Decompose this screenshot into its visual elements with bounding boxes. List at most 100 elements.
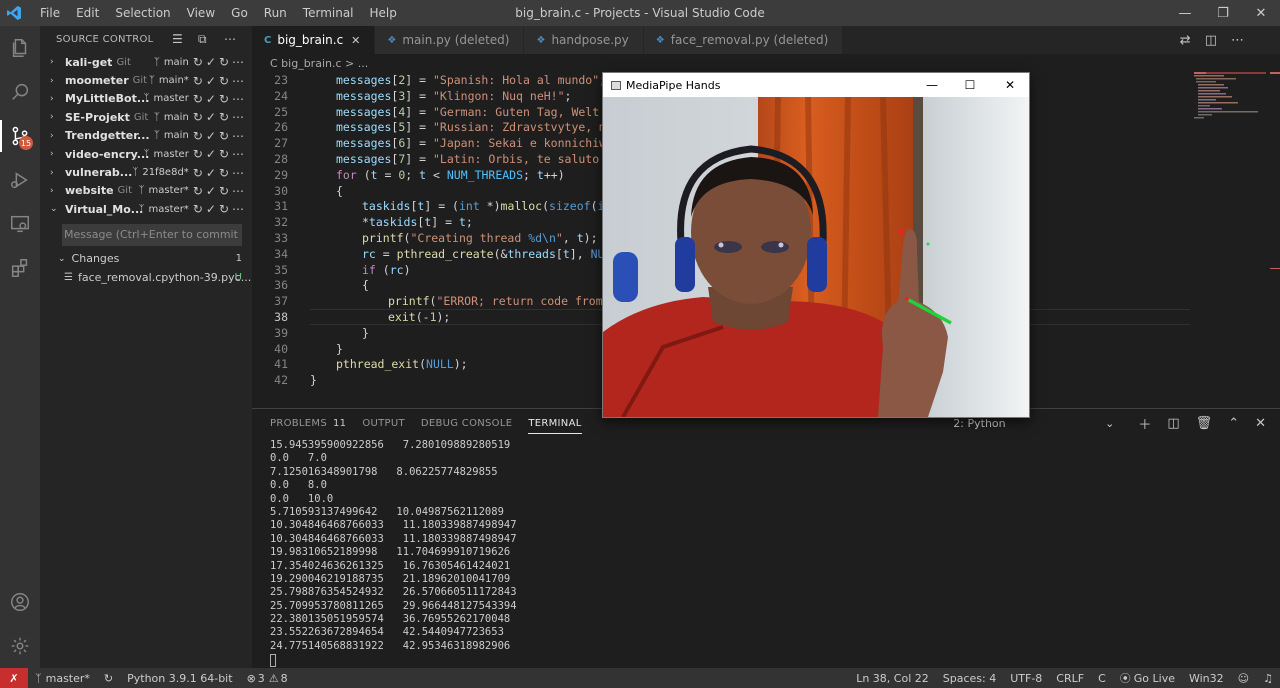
minimap[interactable] xyxy=(1192,72,1268,132)
kill-terminal-trash-icon[interactable]: 🗑 xyxy=(1196,416,1213,431)
sync-icon[interactable]: ↻ xyxy=(193,92,203,106)
tab-big_brain-c[interactable]: Cbig_brain.c ✕ xyxy=(252,26,376,54)
panel-tab-problems[interactable]: PROBLEMS 11 xyxy=(270,409,346,437)
refresh-icon[interactable]: ↻ xyxy=(219,92,229,106)
panel-tab-output[interactable]: OUTPUT xyxy=(362,409,405,437)
sync-icon[interactable]: ↻ xyxy=(193,166,203,180)
menu-go[interactable]: Go xyxy=(223,0,256,26)
sync-icon[interactable]: ↻ xyxy=(97,668,120,688)
more-actions-icon[interactable]: ⋯ xyxy=(232,74,244,88)
terminal-output[interactable]: 15.945395900922856 7.280109889280519 0.0 … xyxy=(270,439,1260,653)
sync-icon[interactable]: ↻ xyxy=(193,147,203,161)
remote-indicator-icon[interactable]: ✗ xyxy=(0,668,28,688)
tab-main-py[interactable]: ❖ main.py (deleted) xyxy=(375,26,525,54)
sync-icon[interactable]: ↻ xyxy=(193,55,203,69)
python-interpreter[interactable]: Python 3.9.1 64-bit xyxy=(120,668,239,688)
split-editor-icon[interactable]: ◫ xyxy=(1205,33,1217,48)
menu-run[interactable]: Run xyxy=(256,0,295,26)
repo-row[interactable]: › video-encry... ᛉ master ↻ ✓ ↻ ⋯ xyxy=(40,145,252,163)
refresh-icon[interactable]: ↻ xyxy=(219,202,229,216)
sync-icon[interactable]: ↻ xyxy=(193,74,203,88)
more-actions-icon[interactable]: ⋯ xyxy=(224,32,236,46)
sync-icon[interactable]: ↻ xyxy=(193,110,203,124)
commit-check-icon[interactable]: ✓ xyxy=(206,184,216,198)
collapse-all-icon[interactable]: ⧉ xyxy=(198,32,207,47)
split-terminal-icon[interactable]: ◫ xyxy=(1167,416,1179,431)
more-actions-icon[interactable]: ⋯ xyxy=(232,202,244,216)
sync-icon[interactable]: ↻ xyxy=(193,129,203,143)
changed-file-item[interactable]: ☰ face_removal.cpython-39.pyc... U xyxy=(64,268,251,286)
mp-minimize-button[interactable]: — xyxy=(913,73,951,97)
mp-close-button[interactable]: ✕ xyxy=(991,73,1029,97)
restore-button[interactable]: ❐ xyxy=(1204,0,1242,26)
minimize-button[interactable]: — xyxy=(1166,0,1204,26)
repo-row[interactable]: › moometer Git ᛉ main* ↻ ✓ ↻ ⋯ xyxy=(40,71,252,89)
repo-branch[interactable]: master xyxy=(154,93,189,104)
open-changes-icon[interactable]: ⇄ xyxy=(1180,33,1191,48)
close-window-button[interactable]: ✕ xyxy=(1242,0,1280,26)
refresh-icon[interactable]: ↻ xyxy=(219,110,229,124)
menu-help[interactable]: Help xyxy=(362,0,405,26)
more-actions-icon[interactable]: ⋯ xyxy=(232,184,244,198)
remote-explorer-icon[interactable] xyxy=(0,202,40,246)
encoding[interactable]: UTF-8 xyxy=(1003,668,1049,688)
commit-check-icon[interactable]: ✓ xyxy=(206,55,216,69)
commit-check-icon[interactable]: ✓ xyxy=(206,166,216,180)
menu-selection[interactable]: Selection xyxy=(107,0,178,26)
mp-maximize-button[interactable]: ☐ xyxy=(951,73,989,97)
language-mode[interactable]: C xyxy=(1091,668,1113,688)
more-actions-icon[interactable]: ⋯ xyxy=(1231,33,1244,48)
repo-row[interactable]: › SE-Projekt Git ᛉ main ↻ ✓ ↻ ⋯ xyxy=(40,108,252,126)
branch-status[interactable]: ᛉ master* xyxy=(28,668,97,688)
view-as-list-icon[interactable]: ☰ xyxy=(172,32,183,46)
panel-tab-debug-console[interactable]: DEBUG CONSOLE xyxy=(421,409,512,437)
mediapipe-hands-window[interactable]: MediaPipe Hands — ☐ ✕ xyxy=(602,72,1030,418)
terminal-selector[interactable]: 2: Python ⌄ xyxy=(953,417,1114,430)
refresh-icon[interactable]: ↻ xyxy=(219,129,229,143)
source-control-icon[interactable]: 15 xyxy=(0,114,40,158)
changes-group[interactable]: ⌄ Changes 1 xyxy=(58,250,244,267)
repo-branch[interactable]: main xyxy=(164,57,189,68)
indentation[interactable]: Spaces: 4 xyxy=(936,668,1003,688)
close-panel-icon[interactable]: ✕ xyxy=(1255,416,1266,431)
refresh-icon[interactable]: ↻ xyxy=(219,147,229,161)
sync-icon[interactable]: ↻ xyxy=(193,202,203,216)
commit-check-icon[interactable]: ✓ xyxy=(206,147,216,161)
maximize-panel-icon[interactable]: ⌃ xyxy=(1228,416,1239,431)
commit-check-icon[interactable]: ✓ xyxy=(206,202,216,216)
menu-edit[interactable]: Edit xyxy=(68,0,107,26)
settings-gear-icon[interactable] xyxy=(0,624,40,668)
menu-file[interactable]: File xyxy=(32,0,68,26)
platform[interactable]: Win32 xyxy=(1182,668,1231,688)
repo-branch[interactable]: master* xyxy=(149,185,189,196)
repo-row[interactable]: › Trendgetter... ᛉ main ↻ ✓ ↻ ⋯ xyxy=(40,127,252,145)
refresh-icon[interactable]: ↻ xyxy=(219,55,229,69)
commit-check-icon[interactable]: ✓ xyxy=(206,129,216,143)
new-terminal-icon[interactable]: ＋ xyxy=(1138,414,1151,433)
breadcrumb[interactable]: C big_brain.c > ... xyxy=(252,54,1280,72)
more-actions-icon[interactable]: ⋯ xyxy=(232,147,244,161)
sync-icon[interactable]: ↻ xyxy=(193,184,203,198)
tab-face_removal-py[interactable]: ❖ face_removal.py (deleted) xyxy=(643,26,844,54)
repo-branch[interactable]: master* xyxy=(149,204,189,215)
more-actions-icon[interactable]: ⋯ xyxy=(232,110,244,124)
menu-terminal[interactable]: Terminal xyxy=(295,0,362,26)
more-actions-icon[interactable]: ⋯ xyxy=(232,55,244,69)
end-of-line[interactable]: CRLF xyxy=(1049,668,1091,688)
explorer-icon[interactable] xyxy=(0,26,40,70)
repo-branch[interactable]: master xyxy=(154,149,189,160)
notifications-bell-icon[interactable]: ♫ xyxy=(1256,668,1280,688)
extensions-icon[interactable] xyxy=(0,246,40,290)
repo-row[interactable]: ⌄ Virtual_Mo... ᛉ master* ↻ ✓ ↻ ⋯ xyxy=(40,200,252,218)
repo-branch[interactable]: main xyxy=(164,112,189,123)
refresh-icon[interactable]: ↻ xyxy=(219,184,229,198)
more-actions-icon[interactable]: ⋯ xyxy=(232,166,244,180)
repo-row[interactable]: › MyLittleBot... ᛉ master ↻ ✓ ↻ ⋯ xyxy=(40,90,252,108)
cursor-position[interactable]: Ln 38, Col 22 xyxy=(849,668,936,688)
search-icon[interactable] xyxy=(0,70,40,114)
refresh-icon[interactable]: ↻ xyxy=(219,166,229,180)
more-actions-icon[interactable]: ⋯ xyxy=(232,129,244,143)
editor-scrollbar[interactable] xyxy=(1270,72,1280,402)
commit-check-icon[interactable]: ✓ xyxy=(206,110,216,124)
commit-check-icon[interactable]: ✓ xyxy=(206,74,216,88)
